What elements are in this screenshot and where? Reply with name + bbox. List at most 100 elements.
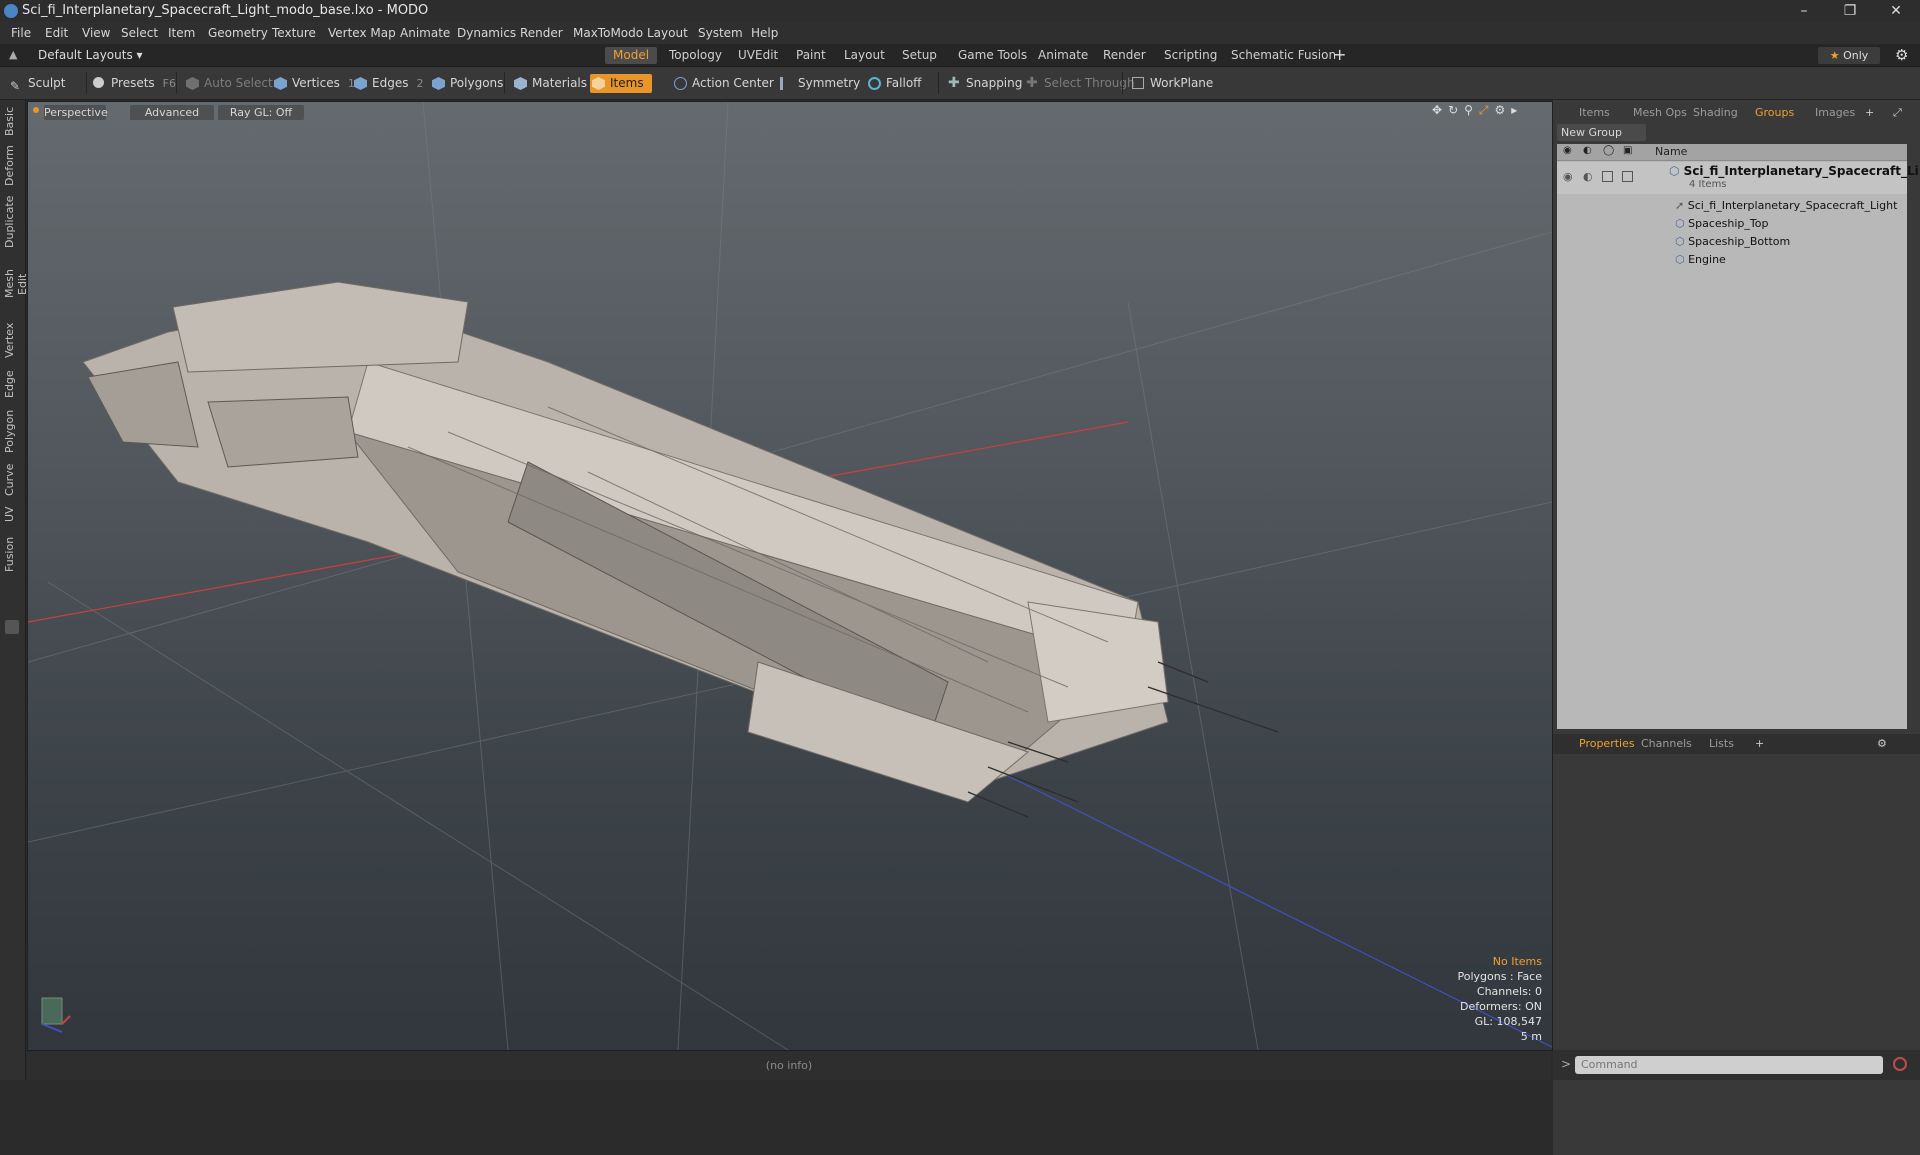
lock-column-icon[interactable]: ◯ bbox=[1603, 145, 1614, 156]
tab-render[interactable]: Render bbox=[1095, 47, 1154, 64]
auto-select-button[interactable]: Auto Select bbox=[184, 74, 273, 93]
tab-items[interactable]: Items bbox=[1579, 105, 1610, 121]
select-through-button[interactable]: ✚ Select Through bbox=[1024, 74, 1135, 93]
snapping-button[interactable]: ✚ Snapping bbox=[946, 74, 1022, 93]
menu-file[interactable]: File bbox=[11, 26, 31, 40]
tab-schematic-fusion[interactable]: Schematic Fusion bbox=[1223, 47, 1344, 64]
falloff-button[interactable]: Falloff bbox=[866, 74, 921, 93]
tab-uvedit[interactable]: UVEdit bbox=[730, 47, 786, 64]
menu-view[interactable]: View bbox=[82, 26, 110, 40]
tab-model[interactable]: Model bbox=[605, 47, 658, 64]
list-item[interactable]: ⬡ Engine bbox=[1557, 250, 1907, 268]
vtab-deform[interactable]: Deform bbox=[3, 145, 21, 186]
polygons-button[interactable]: Polygons bbox=[430, 74, 503, 93]
render-column-icon[interactable]: ◐ bbox=[1583, 145, 1592, 156]
only-toggle[interactable]: ★ Only bbox=[1818, 47, 1880, 64]
gear-icon[interactable]: ⚙ bbox=[1895, 46, 1908, 64]
record-icon[interactable] bbox=[1893, 1057, 1907, 1071]
tab-properties[interactable]: Properties bbox=[1579, 736, 1635, 752]
tab-setup[interactable]: Setup bbox=[894, 47, 945, 64]
tab-lists[interactable]: Lists bbox=[1709, 736, 1734, 752]
menu-vertex-map[interactable]: Vertex Map bbox=[328, 26, 396, 40]
add-panel-tab-icon[interactable]: + bbox=[1865, 105, 1874, 121]
tab-scripting[interactable]: Scripting bbox=[1156, 47, 1225, 64]
tab-groups[interactable]: Groups bbox=[1755, 105, 1794, 121]
vtab-polygon[interactable]: Polygon bbox=[3, 408, 21, 454]
tab-paint[interactable]: Paint bbox=[788, 47, 834, 64]
vtab-edge[interactable]: Edge bbox=[3, 368, 21, 400]
list-item[interactable]: ➚ Sci_fi_Interplanetary_Spacecraft_Light bbox=[1557, 196, 1907, 214]
edges-button[interactable]: Edges 2 bbox=[352, 74, 423, 93]
vtab-vertex[interactable]: Vertex bbox=[3, 320, 21, 360]
panel-expand-icon[interactable]: ⤢ bbox=[1893, 105, 1902, 121]
select-checkbox[interactable] bbox=[1622, 171, 1633, 182]
vtab-uv[interactable]: UV bbox=[3, 504, 21, 524]
select-column-icon[interactable]: ▣ bbox=[1623, 145, 1632, 156]
hud-gl: GL: 108,547 bbox=[1474, 1015, 1542, 1028]
add-properties-tab-icon[interactable]: + bbox=[1755, 736, 1764, 752]
menu-select[interactable]: Select bbox=[121, 26, 158, 40]
layout-pin-icon[interactable]: ▲ bbox=[9, 48, 17, 61]
lock-checkbox[interactable] bbox=[1602, 171, 1613, 182]
tab-topology[interactable]: Topology bbox=[661, 47, 730, 64]
sculpt-button[interactable]: ✎ Sculpt bbox=[8, 74, 65, 93]
group-row[interactable]: ◉ ◐ ⬡ Sci_fi_Interplanetary_Spacecraft_L… bbox=[1557, 162, 1920, 194]
menu-item[interactable]: Item bbox=[168, 26, 195, 40]
menu-geometry[interactable]: Geometry bbox=[208, 26, 268, 40]
vtab-mesh-edit[interactable]: Mesh Edit bbox=[3, 258, 29, 310]
status-text: (no info) bbox=[765, 1059, 813, 1072]
symmetry-button[interactable]: Symmetry bbox=[778, 74, 860, 93]
vtab-basic[interactable]: Basic bbox=[3, 106, 21, 136]
workplane-button[interactable]: WorkPlane bbox=[1130, 74, 1213, 93]
render-icon[interactable]: ◐ bbox=[1583, 170, 1593, 183]
hud-polygons: Polygons : Face bbox=[1457, 970, 1542, 983]
properties-tab-bar: Properties Channels Lists + ⚙ bbox=[1553, 734, 1920, 754]
menu-system[interactable]: System bbox=[698, 26, 743, 40]
list-item[interactable]: ⬡ Spaceship_Bottom bbox=[1557, 232, 1907, 250]
menu-help[interactable]: Help bbox=[751, 26, 778, 40]
close-button[interactable]: ✕ bbox=[1873, 0, 1919, 22]
materials-button[interactable]: Materials bbox=[512, 74, 587, 93]
spacecraft-model[interactable] bbox=[82, 281, 1279, 818]
tab-layout[interactable]: Layout bbox=[836, 47, 893, 64]
layout-selector[interactable]: Default Layouts ▾ bbox=[38, 48, 143, 62]
tab-channels[interactable]: Channels bbox=[1641, 736, 1692, 752]
scene-canvas bbox=[28, 102, 1552, 1050]
tab-animate[interactable]: Animate bbox=[1030, 47, 1096, 64]
vertices-button[interactable]: Vertices 1 bbox=[272, 74, 355, 93]
action-center-button[interactable]: Action Center bbox=[672, 74, 774, 93]
visibility-column-icon[interactable]: ◉ bbox=[1563, 145, 1572, 156]
3d-viewport[interactable]: Perspective Advanced Ray GL: Off ✥↻⚲⤢⚙▸ bbox=[27, 101, 1553, 1051]
list-item[interactable]: ⬡ Spaceship_Top bbox=[1557, 214, 1907, 232]
minimize-button[interactable]: – bbox=[1781, 0, 1827, 22]
layout-tab-row: ▲ Default Layouts ▾ Model Topology UVEdi… bbox=[0, 44, 1920, 67]
window-title: Sci_fi_Interplanetary_Spacecraft_Light_m… bbox=[22, 3, 429, 18]
presets-button[interactable]: Presets F6 bbox=[91, 74, 176, 93]
expand-panel-icon[interactable] bbox=[5, 620, 19, 634]
tree-item-label: ⬡ Spaceship_Bottom bbox=[1675, 235, 1791, 248]
vtab-curve[interactable]: Curve bbox=[3, 462, 21, 498]
tab-game-tools[interactable]: Game Tools bbox=[950, 47, 1035, 64]
menu-maxtomodo[interactable]: MaxToModo bbox=[573, 26, 643, 40]
menu-layout[interactable]: Layout bbox=[647, 26, 688, 40]
menu-render[interactable]: Render bbox=[520, 26, 563, 40]
eye-icon[interactable]: ◉ bbox=[1563, 170, 1573, 183]
items-button[interactable]: Items bbox=[590, 74, 652, 93]
vtab-fusion[interactable]: Fusion bbox=[3, 534, 21, 574]
add-tab-icon[interactable]: + bbox=[1333, 45, 1346, 64]
falloff-icon bbox=[868, 77, 881, 90]
command-input[interactable]: Command bbox=[1575, 1056, 1883, 1074]
tab-mesh-ops[interactable]: Mesh Ops bbox=[1633, 105, 1687, 121]
menu-bar: File Edit View Select Item Geometry Text… bbox=[0, 22, 1920, 44]
properties-gear-icon[interactable]: ⚙ bbox=[1877, 736, 1887, 752]
menu-animate[interactable]: Animate bbox=[400, 26, 450, 40]
menu-dynamics[interactable]: Dynamics bbox=[457, 26, 516, 40]
vtab-duplicate[interactable]: Duplicate bbox=[3, 196, 21, 248]
tab-shading[interactable]: Shading bbox=[1693, 105, 1738, 121]
restore-button[interactable]: ❐ bbox=[1827, 0, 1873, 22]
new-group-button[interactable]: New Group bbox=[1557, 124, 1646, 141]
menu-texture[interactable]: Texture bbox=[272, 26, 316, 40]
tab-images[interactable]: Images bbox=[1815, 105, 1855, 121]
modo-app-icon bbox=[4, 4, 18, 18]
menu-edit[interactable]: Edit bbox=[45, 26, 68, 40]
